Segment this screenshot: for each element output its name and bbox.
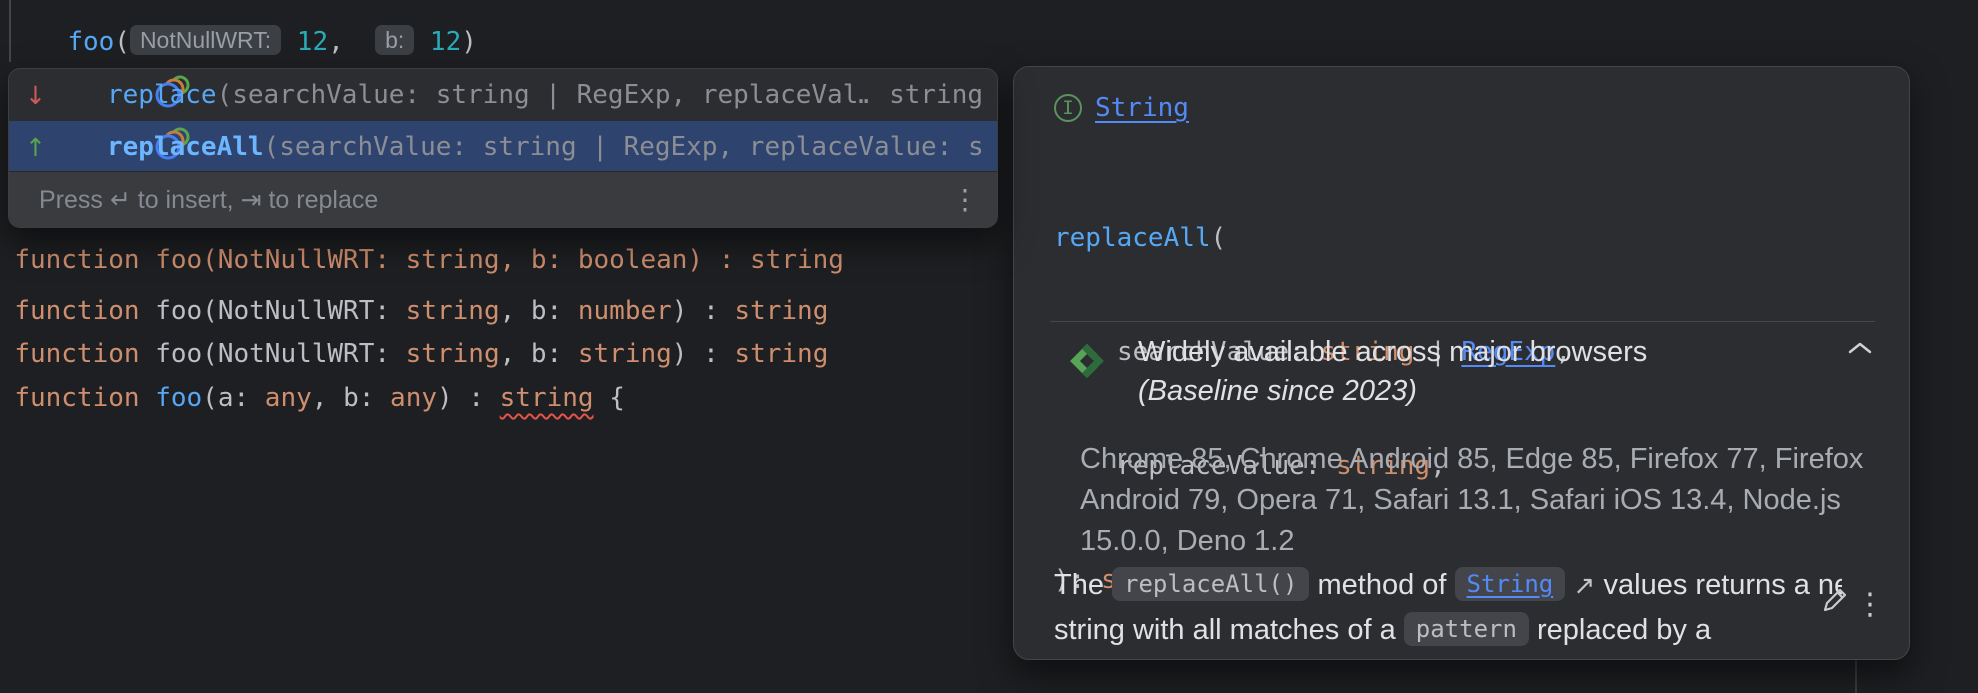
baseline-check-icon <box>1058 341 1116 411</box>
browser-compat-text: Chrome 85, Chrome Android 85, Edge 85, F… <box>1080 439 1864 562</box>
interface-icon: I <box>1054 94 1082 122</box>
inlay-hint-param2: b: <box>375 25 414 55</box>
rank-down-icon: ↓ <box>25 81 59 110</box>
baseline-subtitle: (Baseline since 2023) <box>1138 372 1647 411</box>
completion-popup: ↓ replace (searchValue: string | RegExp,… <box>8 68 998 228</box>
string-doc-link[interactable]: String <box>1455 567 1566 601</box>
completion-signature: (searchValue: string | RegExp, replaceVa… <box>217 80 870 110</box>
baseline-title: Widely available across major browsers <box>1138 333 1647 372</box>
pattern-code-chip: pattern <box>1404 612 1529 646</box>
baseline-widget: Widely available across major browsers (… <box>1058 333 1873 411</box>
completion-name: replaceAll <box>107 132 264 162</box>
string-type-link[interactable]: String <box>1095 93 1189 123</box>
code-line-call[interactable]: foo(NotNullWRT: 12, b: 12) <box>36 0 477 21</box>
completion-more-icon[interactable]: ⋮ <box>951 172 979 228</box>
code-line-replace-call[interactable]: ···"".replace() <box>4 22 292 65</box>
completion-hint-bar: Press ↵ to insert, ⇥ to replace ⋮ <box>9 171 997 227</box>
code-line-overload-3[interactable]: function foo(a: any, b: any) : string { <box>0 334 625 377</box>
chevron-up-icon[interactable] <box>1847 341 1873 411</box>
doc-more-icon[interactable]: ⋮ <box>1855 585 1885 625</box>
completion-return-type: string <box>869 80 983 110</box>
documentation-popup: I String replaceAll( searchValue: string… <box>1013 66 1910 660</box>
edit-pencil-icon[interactable] <box>1817 582 1853 623</box>
doc-header: I String <box>1054 93 1189 123</box>
code-line-overload-2[interactable]: function foo(NotNullWRT: string, b: stri… <box>0 290 828 333</box>
replaceall-code-chip: replaceAll() <box>1112 567 1309 601</box>
method-icon <box>59 121 99 173</box>
method-icon <box>59 69 99 121</box>
code-line-overload-1[interactable]: function foo(NotNullWRT: string, b: numb… <box>0 247 828 290</box>
divider <box>1050 321 1875 322</box>
completion-signature: (searchValue: string | RegExp, replaceVa… <box>264 132 983 162</box>
completion-item-replaceall[interactable]: ↑ replaceAll (searchValue: string | RegE… <box>9 121 997 173</box>
baseline-text: Widely available across major browsers (… <box>1138 333 1647 411</box>
external-link-icon: ↗ <box>1565 571 1603 601</box>
editor-column-guide <box>1855 660 1857 693</box>
completion-item-replace[interactable]: ↓ replace (searchValue: string | RegExp,… <box>9 69 997 121</box>
doc-description: The replaceAll() method of String ↗ valu… <box>1054 563 1842 653</box>
rank-up-icon: ↑ <box>25 133 59 162</box>
completion-hint-text: Press ↵ to insert, ⇥ to replace <box>39 185 378 215</box>
completion-name: replace <box>107 80 217 110</box>
